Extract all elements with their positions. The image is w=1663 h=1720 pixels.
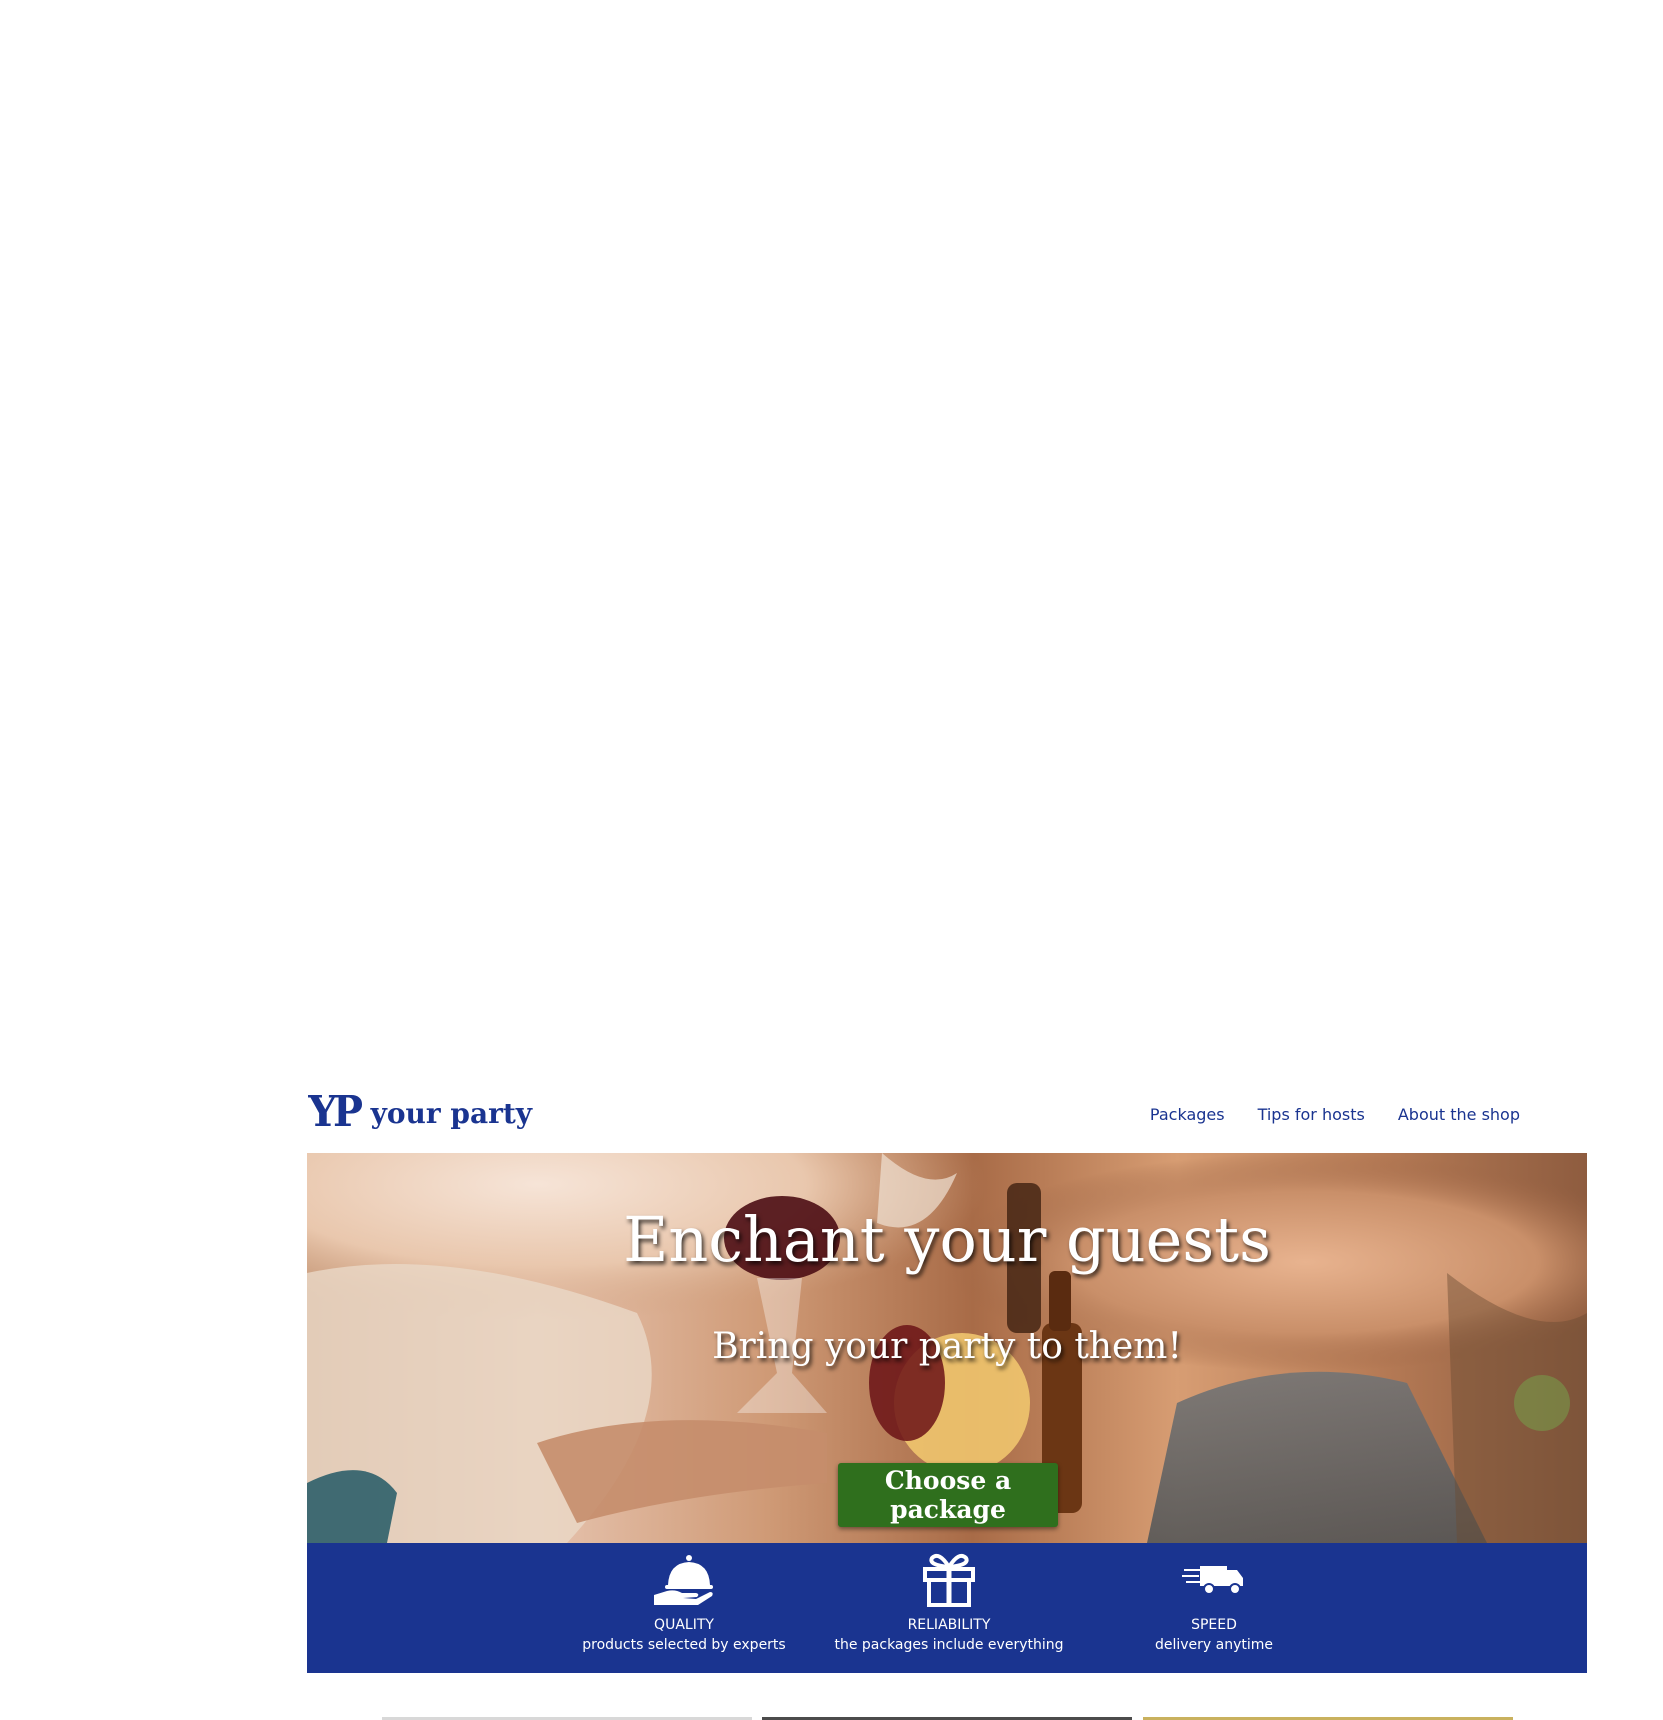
nav-link-tips-for-hosts[interactable]: Tips for hosts: [1258, 1105, 1365, 1124]
gift-icon: [923, 1553, 975, 1607]
feature-title-quality: QUALITY: [654, 1617, 714, 1633]
delivery-truck-icon: [1182, 1566, 1243, 1595]
hero-banner: Enchant your guests Bring your party to …: [307, 1153, 1587, 1543]
hero-title: Enchant your guests: [623, 1203, 1271, 1276]
site-container: YP your party Packages Tips for hosts Ab…: [307, 1085, 1587, 1673]
feature-desc-quality: products selected by experts: [582, 1637, 786, 1653]
feature-reliability: RELIABILITY the packages include everyth…: [834, 1553, 1064, 1655]
feature-desc-reliability: the packages include everything: [834, 1637, 1064, 1653]
hero-subtitle: Bring your party to them!: [712, 1326, 1182, 1367]
feature-title-reliability: RELIABILITY: [907, 1617, 991, 1633]
features-bar: QUALITY products selected by experts REL…: [307, 1543, 1587, 1673]
feature-desc-speed: delivery anytime: [1154, 1637, 1274, 1653]
choose-package-button[interactable]: Choose a package: [838, 1463, 1058, 1527]
feature-title-speed: SPEED: [1191, 1617, 1237, 1633]
feature-speed: SPEED delivery anytime: [1099, 1553, 1329, 1655]
brand-name: your party: [370, 1097, 533, 1130]
cloche-icon: [654, 1555, 713, 1605]
logo[interactable]: YP your party: [307, 1091, 532, 1133]
feature-quality: QUALITY products selected by experts: [569, 1553, 799, 1655]
nav-link-about-the-shop[interactable]: About the shop: [1398, 1105, 1520, 1124]
logo-mark: YP: [308, 1087, 363, 1136]
nav-link-packages[interactable]: Packages: [1150, 1105, 1225, 1124]
site-header: YP your party Packages Tips for hosts Ab…: [307, 1085, 1587, 1153]
main-nav: Packages Tips for hosts About the shop: [1150, 1105, 1520, 1124]
